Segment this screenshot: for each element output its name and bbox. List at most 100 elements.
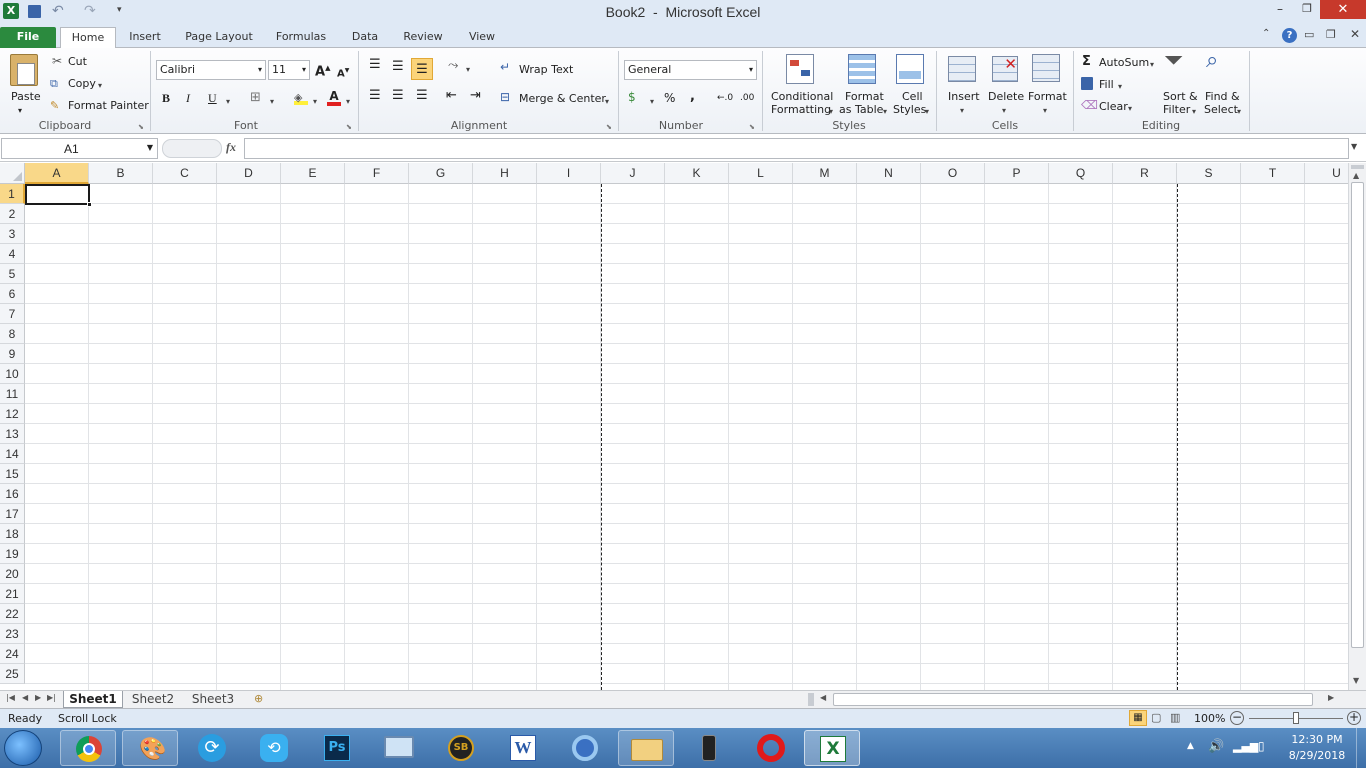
tab-home[interactable]: Home (60, 27, 116, 49)
undo-icon[interactable]: ↶ (52, 3, 64, 19)
redo-icon[interactable]: ↷ (84, 3, 96, 19)
row-header-8[interactable]: 8 (0, 324, 25, 344)
font-color-dropdown-icon[interactable]: ▾ (346, 95, 350, 108)
tab-page-layout[interactable]: Page Layout (178, 27, 260, 48)
prev-sheet-icon[interactable]: ◀ (22, 693, 28, 702)
font-launcher-icon[interactable]: ⬊ (346, 121, 352, 134)
workbook-restore-icon[interactable]: ❐ (1326, 28, 1336, 41)
delete-dropdown-icon[interactable]: ▾ (1002, 104, 1006, 117)
h-scroll-thumb[interactable] (833, 693, 1313, 706)
orientation-dropdown-icon[interactable]: ▾ (466, 63, 470, 76)
page-break-view-icon[interactable]: ▥ (1170, 711, 1180, 724)
orientation-icon[interactable]: ⤳ (448, 59, 458, 72)
fill-color-icon[interactable]: ◈ (294, 91, 308, 105)
find-select-button[interactable]: Find & (1205, 90, 1240, 103)
chevron-down-icon[interactable]: ▾ (302, 61, 306, 79)
row-header-18[interactable]: 18 (0, 524, 25, 544)
page-layout-view-icon[interactable]: ▢ (1151, 711, 1161, 724)
fill-icon[interactable] (1081, 77, 1093, 90)
sync-app-icon[interactable]: ⟳ (184, 730, 240, 766)
formula-input[interactable] (244, 138, 1349, 159)
clock-time[interactable]: 12:30 PM (1286, 733, 1348, 746)
clear-icon[interactable]: ⌫ (1081, 99, 1098, 112)
format-as-table-button[interactable]: Format (845, 90, 884, 103)
wrap-text-icon[interactable]: ↵ (500, 61, 510, 74)
ribbon-minimize-icon[interactable]: ⌃ (1262, 28, 1270, 39)
show-desktop-button[interactable] (1356, 728, 1366, 768)
workbook-close-icon[interactable]: ✕ (1350, 27, 1360, 41)
underline-button[interactable]: U (208, 92, 217, 105)
tab-review[interactable]: Review (396, 27, 450, 48)
column-header-e[interactable]: E (281, 163, 345, 184)
column-header-p[interactable]: P (985, 163, 1049, 184)
format-cells-button[interactable]: Format (1028, 90, 1067, 103)
column-header-b[interactable]: B (89, 163, 153, 184)
align-right-icon[interactable]: ☰ (416, 89, 428, 102)
row-header-20[interactable]: 20 (0, 564, 25, 584)
formula-expand-handle[interactable] (162, 139, 222, 158)
row-header-13[interactable]: 13 (0, 424, 25, 444)
conditional-formatting-icon[interactable] (786, 54, 814, 84)
game-app-icon[interactable]: SB (432, 730, 488, 766)
cell-styles-dropdown-icon[interactable]: ▾ (925, 105, 929, 118)
tab-sheet3[interactable]: Sheet3 (184, 692, 242, 708)
bold-button[interactable]: B (162, 92, 170, 105)
row-header-11[interactable]: 11 (0, 384, 25, 404)
autosum-button[interactable]: AutoSum (1099, 56, 1149, 69)
fill-dropdown-icon[interactable]: ▾ (1118, 80, 1122, 93)
merge-center-button[interactable]: Merge & Center (519, 92, 606, 105)
delete-cells-button[interactable]: Delete (988, 90, 1024, 103)
delete-cells-icon[interactable]: ✕ (992, 56, 1018, 82)
align-left-icon[interactable]: ☰ (369, 89, 381, 102)
start-button-icon[interactable] (4, 730, 42, 766)
column-header-u[interactable]: U (1305, 163, 1348, 184)
row-header-6[interactable]: 6 (0, 284, 25, 304)
conditional-formatting-button[interactable]: Conditional (771, 90, 833, 103)
decrease-decimal-icon[interactable]: .00 (740, 92, 754, 105)
column-header-o[interactable]: O (921, 163, 985, 184)
copy-button[interactable]: Copy (68, 77, 96, 90)
insert-dropdown-icon[interactable]: ▾ (960, 104, 964, 117)
number-launcher-icon[interactable]: ⬊ (749, 121, 755, 134)
show-hidden-icons[interactable]: ▲ (1187, 741, 1194, 751)
select-all-corner[interactable] (0, 163, 25, 184)
merge-dropdown-icon[interactable]: ▾ (605, 95, 609, 108)
font-name-field[interactable]: Calibri ▾ (156, 60, 266, 80)
row-header-9[interactable]: 9 (0, 344, 25, 364)
copy-icon[interactable]: ⧉ (50, 77, 58, 90)
shrink-font-icon[interactable]: A▼ (337, 64, 349, 80)
paste-button[interactable]: Paste (11, 90, 41, 103)
conditional-formatting-label-2[interactable]: Formatting (771, 103, 831, 116)
chevron-down-icon[interactable]: ▾ (749, 61, 753, 79)
align-bottom-icon[interactable]: ☰ (411, 58, 433, 80)
format-dropdown-icon[interactable]: ▾ (1043, 104, 1047, 117)
merge-center-icon[interactable]: ⊟ (500, 91, 510, 104)
workbook-minimize-icon[interactable]: ▭ (1304, 28, 1314, 41)
tab-view[interactable]: View (460, 27, 504, 48)
word-icon[interactable]: W (494, 730, 550, 766)
vertical-scrollbar[interactable]: ▲ ▼ (1348, 163, 1366, 690)
restore-icon[interactable]: ❐ (1294, 2, 1320, 20)
chevron-down-icon[interactable]: ▼ (147, 143, 153, 152)
cell-styles-icon[interactable] (896, 54, 924, 84)
find-select-dropdown-icon[interactable]: ▾ (1237, 105, 1241, 118)
row-header-7[interactable]: 7 (0, 304, 25, 324)
row-header-24[interactable]: 24 (0, 644, 25, 664)
column-header-i[interactable]: I (537, 163, 601, 184)
excel-taskbar-icon[interactable]: X (804, 730, 860, 766)
sort-filter-button[interactable]: Sort & (1163, 90, 1198, 103)
last-sheet-icon[interactable]: ▶| (47, 693, 56, 702)
worksheet-grid[interactable]: ABCDEFGHIJKLMNOPQRSTU 1 2 3 4 5 6 7 8 9 10 11 12 13 1… (0, 163, 1348, 690)
row-header-19[interactable]: 19 (0, 544, 25, 564)
row-header-12[interactable]: 12 (0, 404, 25, 424)
format-painter-icon[interactable]: ✎ (50, 99, 59, 112)
paste-dropdown-icon[interactable]: ▾ (18, 104, 22, 117)
fill-button[interactable]: Fill (1099, 78, 1114, 91)
split-box[interactable] (1351, 165, 1364, 169)
clear-dropdown-icon[interactable]: ▾ (1128, 102, 1132, 115)
align-center-icon[interactable]: ☰ (392, 89, 404, 102)
font-color-icon[interactable]: A (327, 90, 341, 106)
close-icon[interactable]: ✕ (1320, 0, 1366, 19)
align-top-icon[interactable]: ☰ (369, 58, 381, 71)
tab-data[interactable]: Data (342, 27, 388, 48)
